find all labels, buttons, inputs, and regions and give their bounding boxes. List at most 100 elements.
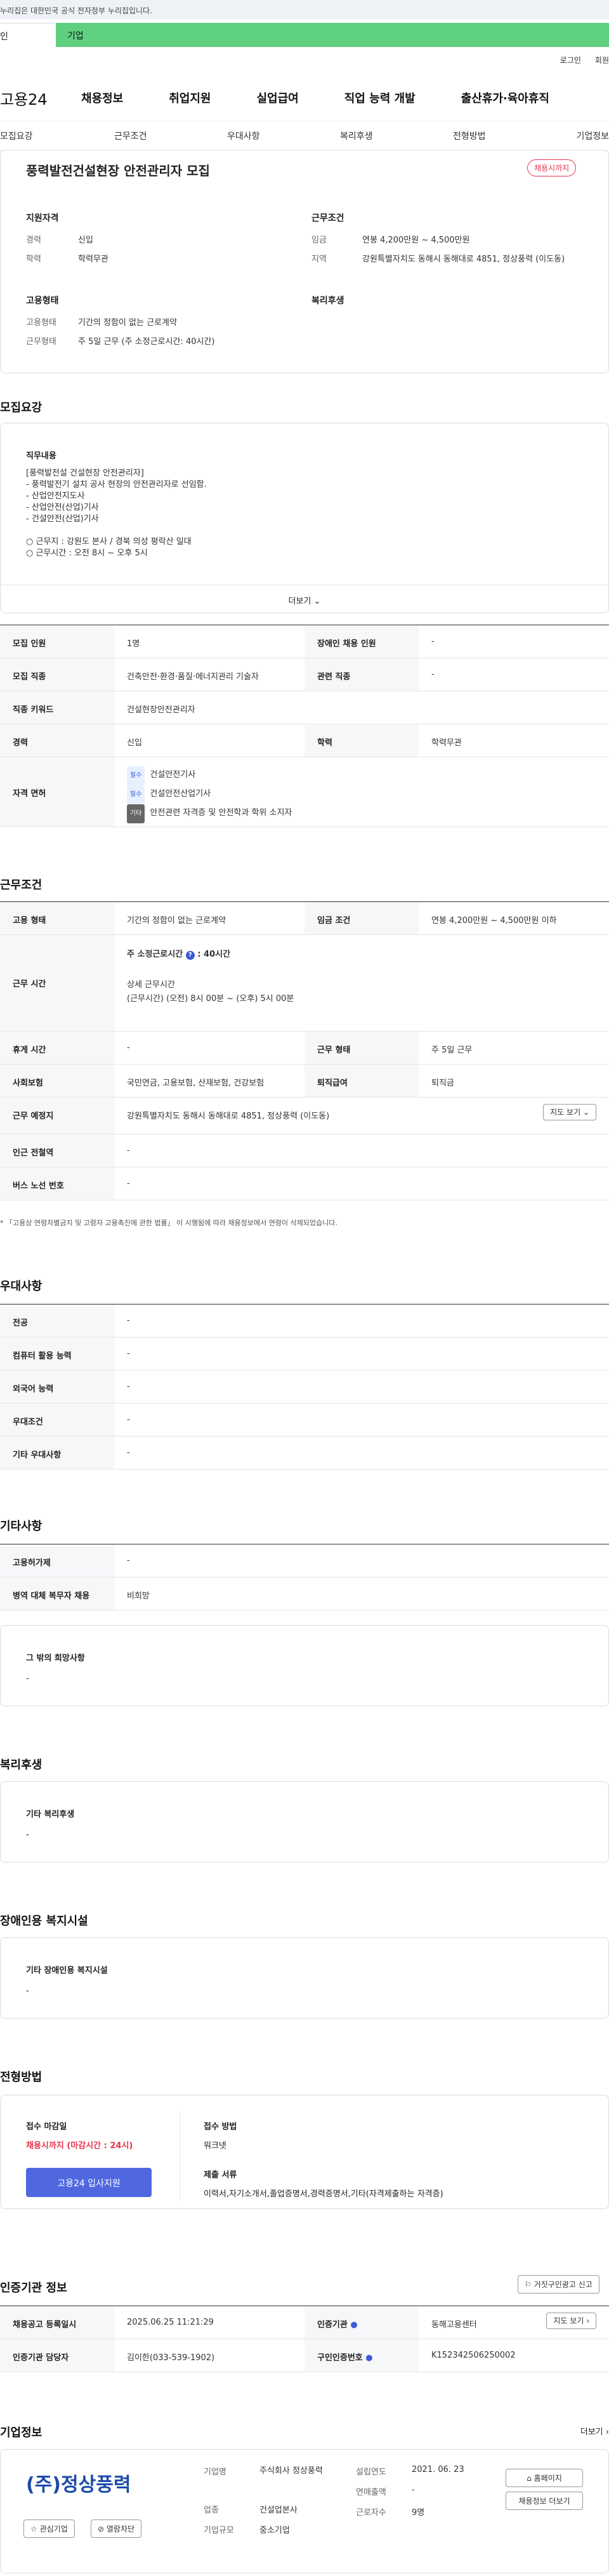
table-header-cell: 인증기관 ● <box>304 2306 419 2339</box>
company-more-link[interactable]: 더보기 › <box>580 2425 609 2437</box>
table-row: 병역 대체 복무자 채용 비희망 <box>0 1577 609 1610</box>
table-header-cell: 근무 형태 <box>304 1032 419 1064</box>
chevron-down-icon: ⌄ <box>313 597 321 606</box>
license-name: 건설안전산업기사 <box>150 789 211 799</box>
name-value: 주식회사 정상풍력 <box>259 2466 323 2476</box>
disab-box: 기타 장애인용 복지시설 - <box>0 1937 609 2019</box>
tab-individual[interactable]: 인 <box>0 23 56 47</box>
section-nav: 모집요강 근무조건 우대사항 복리후생 전형방법 기업정보 <box>0 121 609 151</box>
table-header-cell: 기타 우대사항 <box>0 1437 114 1469</box>
table-header-cell: 인증기관 담당자 <box>0 2339 114 2372</box>
table-cell: 동해고용센터 <box>431 2320 477 2330</box>
apply-button[interactable]: 고용24 입사지원 <box>26 2168 152 2197</box>
license-item: 필수 건설안전기사 <box>127 766 609 785</box>
more-button[interactable]: 더보기 ⌄ <box>1 585 608 613</box>
table-row: 근무 시간 주 소정근로시간 ? : 40시간 상세 근무시간 (근무시간) (… <box>0 935 609 1032</box>
qual-heading: 지원자격 <box>26 213 59 223</box>
table-row: 기타 우대사항 - <box>0 1437 609 1470</box>
report-button[interactable]: ⚐ 거짓구인광고 신고 <box>518 2275 599 2294</box>
map-button-wrap: 지도 보기 ⌄ <box>543 1098 609 1134</box>
homepage-button[interactable]: ⌂ 홈페이지 <box>506 2469 583 2487</box>
section-tab[interactable]: 모집요강 <box>0 129 114 142</box>
info-icon[interactable]: ● <box>365 2353 372 2363</box>
table-row: 고용 형태 기간의 정함이 없는 근로계약 임금 조건 연봉 4,200만원 ~… <box>0 902 609 935</box>
license-item: 기타 안전관련 자격증 및 안전학과 학위 소지자 <box>127 804 609 823</box>
required-tag: 필수 <box>127 785 145 804</box>
weekly-hours-value: 40시간 <box>204 950 231 959</box>
map-button[interactable]: 지도 보기 ⌄ <box>543 1104 596 1120</box>
est-label: 설립연도 <box>356 2467 386 2477</box>
fav-company-button[interactable]: ☆ 관심기업 <box>23 2520 75 2538</box>
est-value: 2021. 06. 23 <box>412 2465 464 2474</box>
age-notice: * 「고용상 연령차별금지 및 고령자 고용촉진에 관한 법률」 이 시행됨에 … <box>0 1219 337 1227</box>
section-tab[interactable]: 복리후생 <box>340 129 453 142</box>
gnb-item[interactable]: 채용정보 <box>81 90 123 106</box>
license-name: 건설안전기사 <box>150 770 196 780</box>
proc-heading: 전형방법 <box>0 2071 43 2084</box>
table-header-cell: 경력 <box>0 724 114 757</box>
tab-company[interactable]: 기업 <box>56 23 609 47</box>
career-value: 신입 <box>78 236 93 245</box>
info-icon[interactable]: ● <box>350 2320 357 2330</box>
table-header-cell: 휴게 시간 <box>0 1032 114 1064</box>
table-header-cell: 전공 <box>0 1305 114 1337</box>
cond-heading: 근무조건 <box>311 213 344 223</box>
join-link[interactable]: 회원 <box>595 55 609 65</box>
license-item: 필수 건설안전산업기사 <box>127 785 609 804</box>
emp-heading: 고용형태 <box>26 296 59 306</box>
required-tag: 필수 <box>127 766 145 785</box>
recruit-table: 모집 인원 1명 장애인 채용 인원 - 모집 직종 건축안전·환경·품질·에너… <box>0 625 609 827</box>
gnb-item[interactable]: 직업 능력 개발 <box>344 90 416 106</box>
etc-box-heading: 그 밖의 희망사항 <box>26 1654 85 1663</box>
section-tab[interactable]: 근무조건 <box>114 129 227 142</box>
table-header-cell: 컴퓨터 활용 능력 <box>0 1338 114 1370</box>
login-link[interactable]: 로그인 <box>560 55 581 65</box>
duty-line: - 건설안전(산업)기사 <box>26 514 99 524</box>
welfare-box: 기타 복리후생 - <box>0 1781 609 1862</box>
gnb-item[interactable]: 실업급여 <box>257 90 299 106</box>
table-cell: 비희망 <box>127 1591 150 1601</box>
disab-heading: 장애인용 복지시설 <box>0 1915 88 1928</box>
docs-value: 이력서,자기소개서,졸업증명서,경력증명서,기타(자격제출하는 자격증) <box>204 2189 443 2199</box>
table-header-cell: 장애인 채용 인원 <box>304 625 419 658</box>
block-company-button[interactable]: ⊘ 열람차단 <box>91 2520 142 2538</box>
table-cell: 김이한(033-539-1902) <box>127 2353 215 2363</box>
deadline-badge: 채용시까지 <box>527 159 577 176</box>
job-summary-card: 풍력발전건설현장 안전관리자 모집 채용시까지 지원자격 경력 신입 학력 학력… <box>0 150 609 373</box>
employees-label: 근로자수 <box>356 2508 386 2518</box>
wage-label: 임금 <box>311 236 327 245</box>
table-row: 전공 - <box>0 1305 609 1338</box>
license-name: 안전관련 자격증 및 안전학과 학위 소지자 <box>150 808 292 818</box>
job-title: 풍력발전건설현장 안전관리자 모집 <box>26 163 210 178</box>
table-header-cell: 인근 전철역 <box>0 1134 114 1167</box>
header-label: 구인인증번호 <box>317 2353 363 2363</box>
gnb-item[interactable]: 출산휴가·육아휴직 <box>461 90 549 106</box>
table-row: 인근 전철역 - <box>0 1134 609 1167</box>
table-header-cell: 퇴직급여 <box>304 1065 419 1097</box>
section-tab[interactable]: 기업정보 <box>548 129 609 142</box>
disab-box-value: - <box>26 1986 29 1996</box>
duty-spacer <box>26 525 207 536</box>
table-cell: 국민연금, 고용보험, 산재보험, 건강보험 <box>127 1079 265 1088</box>
duty-heading: 직무내용 <box>26 451 56 461</box>
table-header-cell: 고용 형태 <box>0 902 114 934</box>
cert-map-button[interactable]: 지도 보기 › <box>546 2313 596 2329</box>
disab-box-heading: 기타 장애인용 복지시설 <box>26 1966 108 1975</box>
table-cell: - <box>127 1043 130 1052</box>
employees-value: 9명 <box>412 2508 425 2518</box>
more-jobs-button[interactable]: 채용정보 더보기 <box>506 2492 583 2510</box>
section-tab[interactable]: 우대사항 <box>227 129 340 142</box>
gnb-item[interactable]: 취업지원 <box>169 90 211 106</box>
table-row: 휴게 시간 - 근무 형태 주 5일 근무 <box>0 1032 609 1065</box>
method-heading: 접수 방법 <box>204 2122 237 2132</box>
cert-heading: 인증기관 정보 <box>0 2281 67 2295</box>
recruit-heading: 모집요강 <box>0 401 43 415</box>
company-card: (주)정상풍력 ☆ 관심기업 ⊘ 열람차단 기업명 주식회사 정상풍력 설립연도… <box>0 2449 609 2573</box>
site-logo[interactable]: 고용24 <box>0 87 76 109</box>
pref-table: 전공 - 컴퓨터 활용 능력 - 외국어 능력 - 우대조건 - 기타 우대사항 - <box>0 1304 609 1470</box>
table-row: 고용허가제 - <box>0 1544 609 1577</box>
info-icon[interactable]: ? <box>185 951 195 960</box>
map-button-wrap: 지도 보기 › <box>546 2306 609 2339</box>
welfare-box-heading: 기타 복리후생 <box>26 1810 75 1819</box>
section-tab[interactable]: 전형방법 <box>453 129 548 142</box>
